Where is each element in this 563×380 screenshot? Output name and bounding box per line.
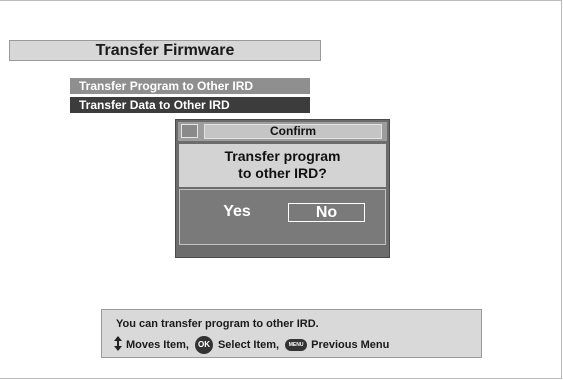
previous-menu-label: Previous Menu <box>311 339 390 351</box>
help-box: You can transfer program to other IRD. M… <box>101 309 482 358</box>
dialog-checkbox-icon <box>181 124 198 138</box>
menu-button-icon: MENU <box>285 339 308 351</box>
help-legend: Moves Item, OK Select Item, MENU Previou… <box>114 336 390 354</box>
help-text: You can transfer program to other IRD. <box>116 318 319 330</box>
dialog-title: Confirm <box>204 124 382 139</box>
dialog-message: Transfer program to other IRD? <box>179 144 386 187</box>
page-title: Transfer Firmware <box>9 40 321 61</box>
dialog-message-line1: Transfer program <box>224 148 341 164</box>
dialog-message-line2: to other IRD? <box>238 165 327 181</box>
menu-item-transfer-program[interactable]: Transfer Program to Other IRD <box>70 78 310 94</box>
up-down-arrow-icon <box>114 336 122 354</box>
dialog-header: Confirm <box>178 122 387 141</box>
select-item-label: Select Item, <box>217 339 280 351</box>
no-button[interactable]: No <box>288 203 365 222</box>
yes-button[interactable]: Yes <box>210 202 264 222</box>
ok-button-icon: OK <box>194 336 213 354</box>
dialog-buttons: Yes No <box>179 189 386 245</box>
menu-item-transfer-data[interactable]: Transfer Data to Other IRD <box>70 97 310 113</box>
moves-item-label: Moves Item, <box>126 339 189 351</box>
confirm-dialog: Confirm Transfer program to other IRD? Y… <box>175 119 390 258</box>
